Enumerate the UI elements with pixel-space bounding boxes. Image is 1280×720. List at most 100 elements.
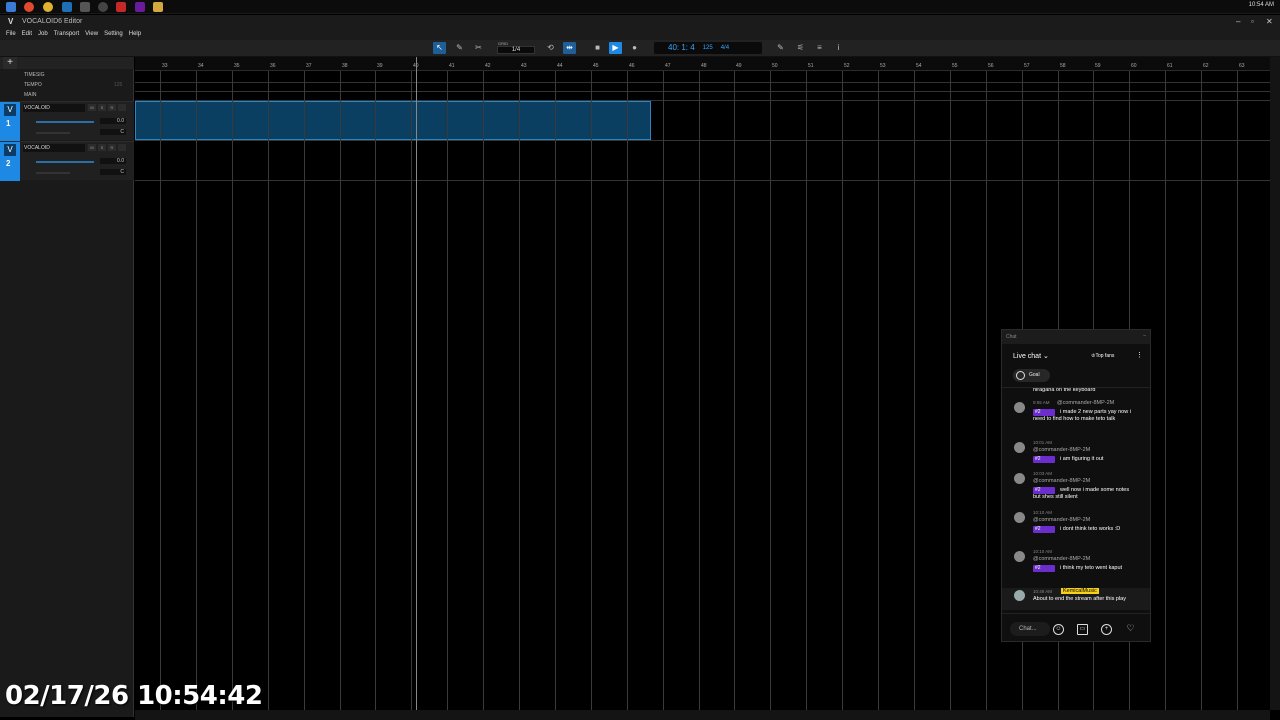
message-author[interactable]: @commander-8MP-2M (1057, 400, 1114, 406)
bar-gridline (986, 71, 987, 710)
app-icon[interactable] (24, 2, 34, 12)
chrome-icon[interactable] (43, 2, 53, 12)
bar-gridline (627, 71, 628, 710)
pan-slider[interactable] (36, 172, 70, 174)
vocaloid-part[interactable] (135, 101, 651, 140)
goal-label: Goal (1029, 372, 1040, 378)
loop-icon[interactable]: ⟲ (544, 42, 557, 54)
edit-icon[interactable]: ✎ (774, 42, 787, 54)
follow-playhead-icon[interactable]: ⇹ (563, 42, 576, 54)
track-settings-button[interactable] (118, 144, 126, 151)
close-button[interactable]: ✕ (1266, 17, 1273, 26)
super-chat-icon[interactable]: ▭ (1077, 624, 1088, 635)
volume-slider[interactable] (36, 121, 94, 123)
chat-input-bar: Chat... ☺ ▭ + ♡ (1002, 613, 1150, 641)
emoji-icon[interactable]: ☺ (1053, 624, 1064, 635)
stop-button[interactable]: ■ (591, 42, 604, 54)
windows-start-icon[interactable] (6, 2, 16, 12)
goal-icon (1016, 371, 1025, 380)
volume-value[interactable]: 0.0 (100, 158, 126, 164)
chat-input[interactable]: Chat... (1010, 622, 1050, 636)
steam-icon[interactable] (62, 2, 72, 12)
avatar[interactable] (1014, 473, 1025, 484)
speaker-icon[interactable] (80, 2, 90, 12)
chat-window-titlebar[interactable]: Chat – (1002, 330, 1150, 344)
menu-job[interactable]: Job (38, 29, 48, 40)
message-time: 9:55 AM (1033, 400, 1050, 405)
track-header-1[interactable]: V 1 VOCALOID M S R 0.0 C (0, 101, 134, 141)
avatar[interactable] (1014, 512, 1025, 523)
playhead[interactable] (416, 57, 417, 710)
bar-gridline (304, 71, 305, 710)
maximize-button[interactable]: ▫ (1251, 17, 1254, 26)
mute-button[interactable]: M (88, 144, 96, 151)
menu-transport[interactable]: Transport (54, 29, 79, 40)
record-arm-button[interactable]: R (108, 104, 116, 111)
track-color-strip: V 1 (0, 102, 20, 141)
ruler-bar-label: 45 (593, 63, 599, 69)
menu-edit[interactable]: Edit (22, 29, 32, 40)
menu-bar: File Edit Job Transport View Setting Hel… (0, 29, 1280, 40)
pan-value[interactable]: C (100, 169, 126, 175)
chat-message-list[interactable]: hiragana on the keyboard 9:55 AM @comman… (1002, 387, 1150, 613)
chat-minimize-button[interactable]: – (1143, 333, 1146, 339)
solo-button[interactable]: S (98, 144, 106, 151)
track-header-2[interactable]: V 2 VOCALOID M S R 0.0 C (0, 141, 134, 181)
heart-icon[interactable]: ♡ (1125, 624, 1136, 635)
live-chat-window: Chat – Live chat ⌄ ♔Top fans ⋮ Goal hira… (1001, 329, 1151, 642)
time-display: 40: 1: 4 125 4/4 (654, 42, 762, 54)
folder-icon[interactable] (153, 2, 163, 12)
volume-value[interactable]: 0.0 (100, 118, 126, 124)
ruler-bar-label: 63 (1239, 63, 1245, 69)
pencil-tool-icon[interactable]: ✎ (453, 42, 466, 54)
message-author[interactable]: @commander-8MP-2M (1033, 556, 1090, 562)
record-button[interactable]: ● (628, 42, 641, 54)
ruler-bar-label: 35 (234, 63, 240, 69)
bar-gridline (519, 71, 520, 710)
select-tool-icon[interactable]: ↖ (433, 42, 446, 54)
avatar[interactable] (1014, 442, 1025, 453)
goal-chip[interactable]: Goal (1013, 369, 1050, 382)
info-icon[interactable]: i (832, 42, 845, 54)
menu-view[interactable]: View (85, 29, 98, 40)
obs-icon[interactable] (98, 2, 108, 12)
mixer-icon[interactable]: ⚟ (794, 42, 807, 54)
mute-button[interactable]: M (88, 104, 96, 111)
scissors-tool-icon[interactable]: ✂ (472, 42, 485, 54)
app-icon-2[interactable] (135, 2, 145, 12)
vocaloid-taskbar-icon[interactable] (116, 2, 126, 12)
avatar[interactable] (1014, 551, 1025, 562)
play-button[interactable]: ▶ (609, 42, 622, 54)
menu-file[interactable]: File (6, 29, 16, 40)
message-author[interactable]: @commander-8MP-2M (1033, 478, 1090, 484)
bar-gridline (663, 71, 664, 710)
pan-slider[interactable] (36, 132, 70, 134)
grid-select[interactable]: 1/4 (497, 46, 535, 54)
timeline-ruler[interactable]: 3334353637383940414243444546474849505152… (135, 57, 1270, 71)
track-settings-button[interactable] (118, 104, 126, 111)
avatar[interactable] (1014, 402, 1025, 413)
menu-help[interactable]: Help (129, 29, 141, 40)
track-name[interactable]: VOCALOID (23, 104, 85, 112)
minimize-button[interactable]: – (1236, 17, 1240, 26)
add-icon[interactable]: + (1101, 624, 1112, 635)
bar-gridline (340, 71, 341, 710)
solo-button[interactable]: S (98, 104, 106, 111)
message-author[interactable]: @commander-8MP-2M (1033, 517, 1090, 523)
more-options-icon[interactable]: ⋮ (1136, 351, 1143, 359)
owner-author-chip[interactable]: KemicalMusic (1061, 588, 1099, 594)
horizontal-scrollbar[interactable] (135, 710, 1270, 720)
add-track-button[interactable]: + (3, 57, 17, 69)
message-author[interactable]: @commander-8MP-2M (1033, 447, 1090, 453)
volume-slider[interactable] (36, 161, 94, 163)
record-arm-button[interactable]: R (108, 144, 116, 151)
top-fans-button[interactable]: ♔Top fans (1091, 353, 1114, 359)
live-chat-dropdown[interactable]: Live chat ⌄ (1013, 352, 1049, 360)
avatar[interactable] (1014, 590, 1025, 601)
pan-value[interactable]: C (100, 129, 126, 135)
list-icon[interactable]: ≡ (813, 42, 826, 54)
track-name[interactable]: VOCALOID (23, 144, 85, 152)
menu-setting[interactable]: Setting (104, 29, 123, 40)
vertical-scrollbar[interactable] (1270, 57, 1280, 710)
tempo-readout: 125 (702, 45, 713, 51)
